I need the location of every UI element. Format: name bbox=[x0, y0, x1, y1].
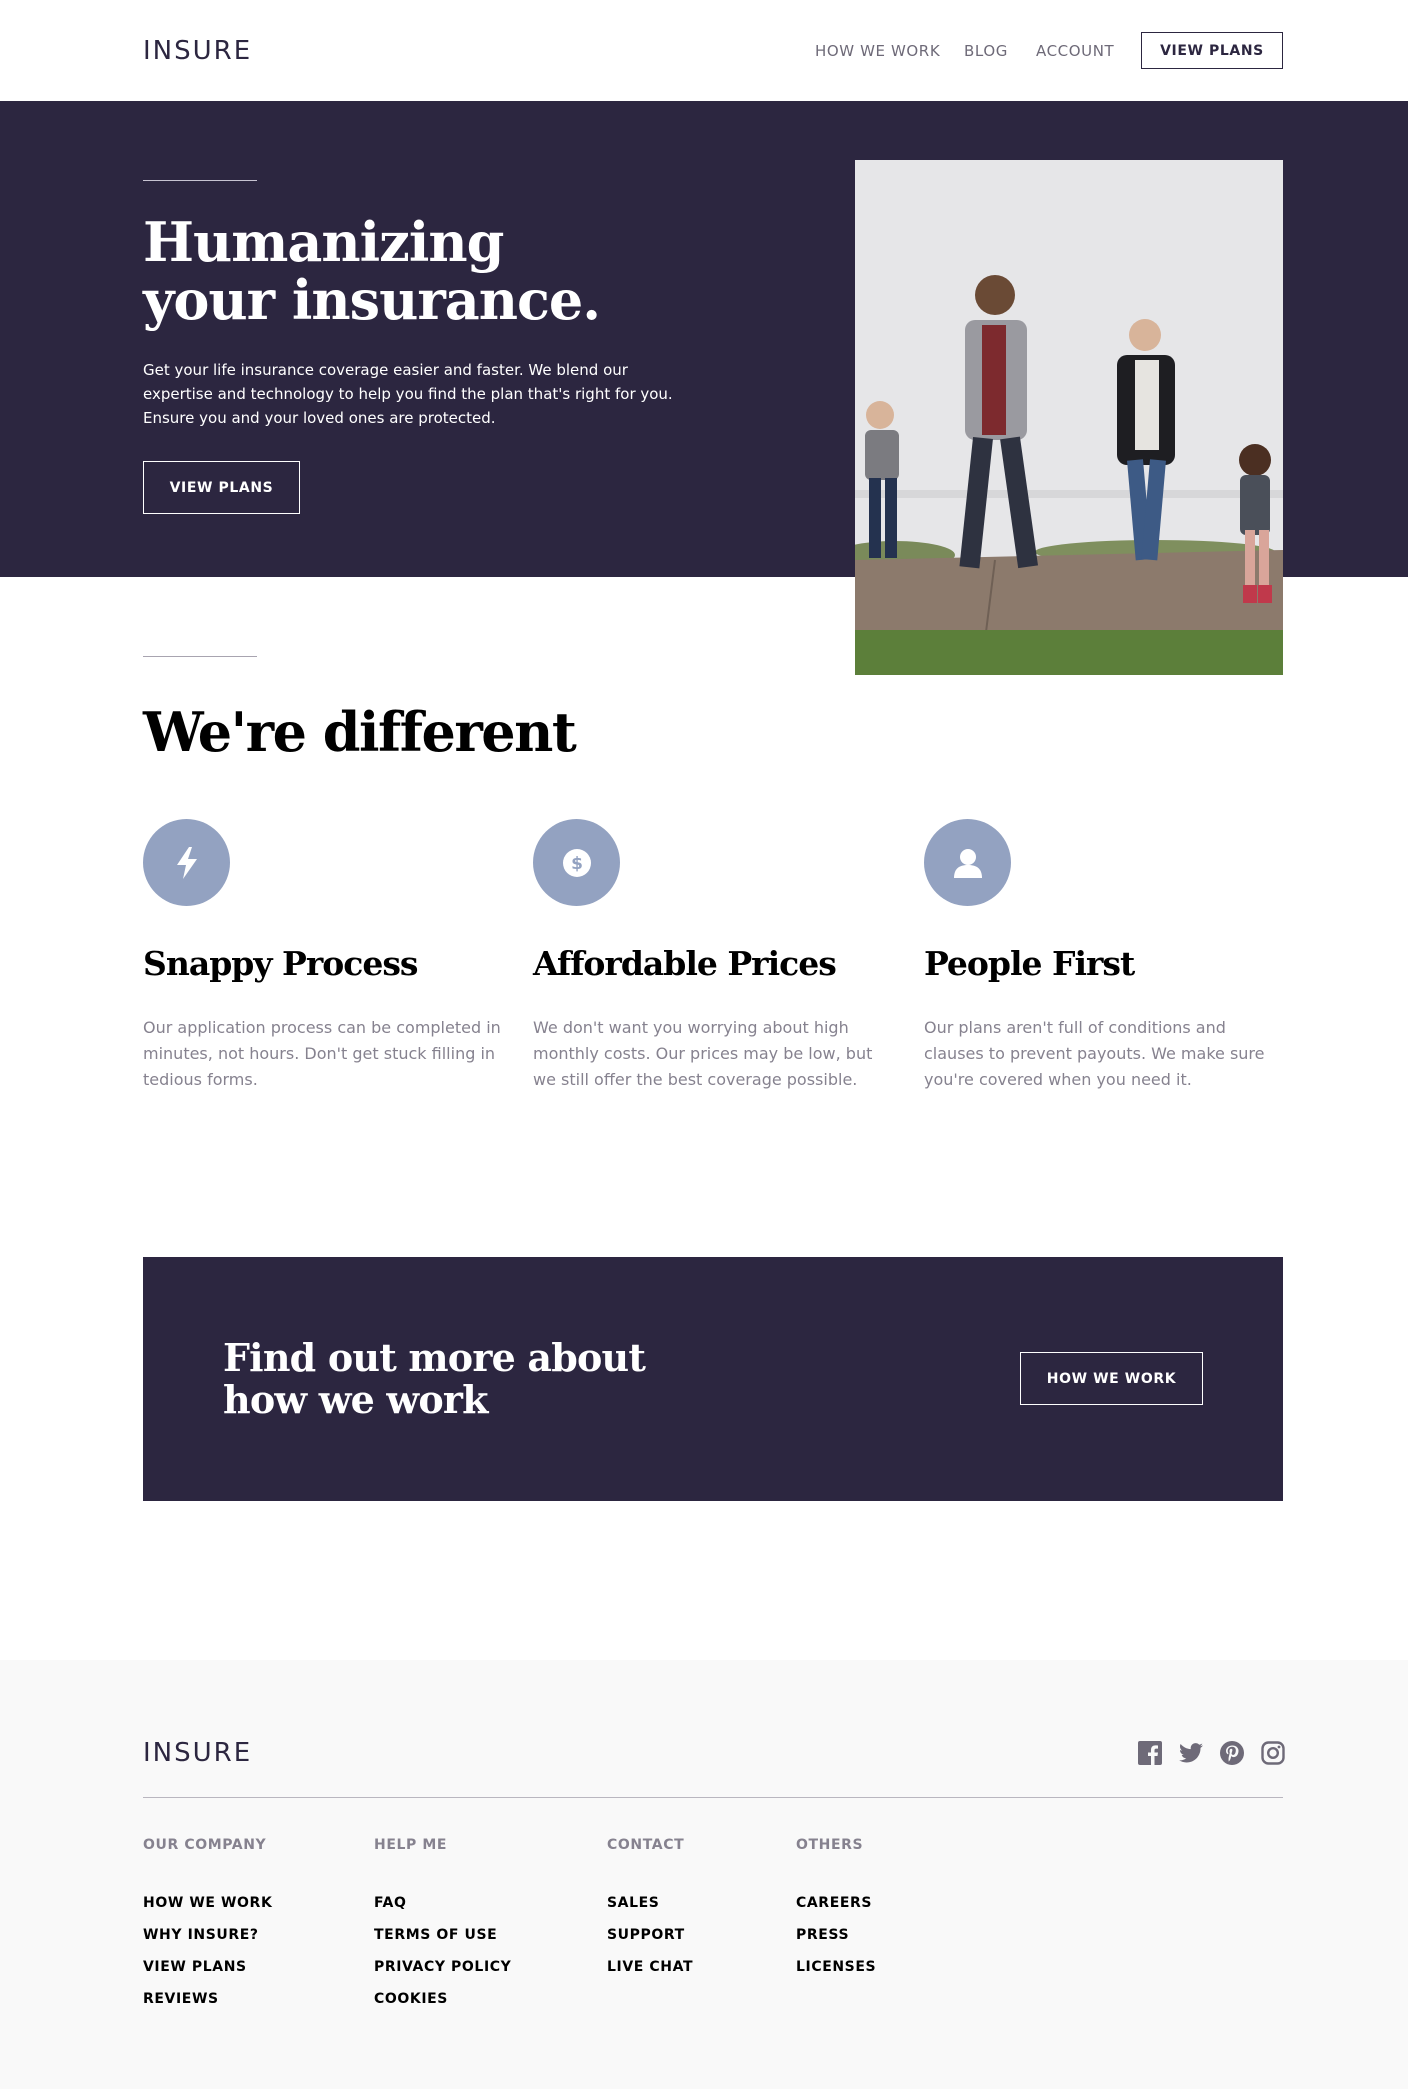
footer-link-live-chat[interactable]: LIVE CHAT bbox=[607, 1951, 693, 1983]
footer-link-terms[interactable]: TERMS OF USE bbox=[374, 1919, 511, 1951]
feature-text: Our plans aren't full of conditions and … bbox=[924, 1018, 1265, 1089]
cta-title: Find out more about how we work bbox=[223, 1337, 683, 1421]
feature-people-first: People First Our plans aren't full of co… bbox=[924, 819, 1284, 1093]
site-footer: INSURE OUR COMPANY HOW WE WORK WHY INSUR… bbox=[0, 1660, 1408, 2089]
footer-link-view-plans[interactable]: VIEW PLANS bbox=[143, 1951, 272, 1983]
svg-text:$: $ bbox=[571, 854, 583, 874]
footer-link-list: FAQ TERMS OF USE PRIVACY POLICY COOKIES bbox=[374, 1887, 511, 2015]
person-icon bbox=[924, 819, 1011, 906]
social-links bbox=[1137, 1740, 1286, 1766]
feature-text: Our application process can be completed… bbox=[143, 1018, 501, 1089]
feature-title: Snappy Process bbox=[143, 944, 418, 983]
footer-column-our-company: OUR COMPANY HOW WE WORK WHY INSURE? VIEW… bbox=[143, 1837, 272, 2015]
footer-link-sales[interactable]: SALES bbox=[607, 1887, 693, 1919]
header-view-plans-button[interactable]: VIEW PLANS bbox=[1141, 32, 1283, 69]
footer-column-others: OTHERS CAREERS PRESS LICENSES bbox=[796, 1837, 876, 1983]
nav-account[interactable]: ACCOUNT bbox=[1036, 42, 1114, 60]
pinterest-icon[interactable] bbox=[1219, 1740, 1245, 1766]
footer-column-contact: CONTACT SALES SUPPORT LIVE CHAT bbox=[607, 1837, 693, 1983]
logo[interactable]: INSURE bbox=[143, 36, 252, 66]
cta-title-line1: Find out more about bbox=[223, 1335, 646, 1380]
footer-link-privacy[interactable]: PRIVACY POLICY bbox=[374, 1951, 511, 1983]
feature-title: People First bbox=[924, 944, 1135, 983]
site-header: INSURE HOW WE WORK BLOG ACCOUNT VIEW PLA… bbox=[0, 0, 1408, 101]
feature-text: We don't want you worrying about high mo… bbox=[533, 1018, 873, 1089]
footer-link-faq[interactable]: FAQ bbox=[374, 1887, 511, 1919]
footer-link-how-we-work[interactable]: HOW WE WORK bbox=[143, 1887, 272, 1919]
footer-link-licenses[interactable]: LICENSES bbox=[796, 1951, 876, 1983]
footer-link-reviews[interactable]: REVIEWS bbox=[143, 1983, 272, 2015]
footer-link-support[interactable]: SUPPORT bbox=[607, 1919, 693, 1951]
different-title: We're different bbox=[143, 700, 577, 764]
footer-column-title: HELP ME bbox=[374, 1837, 448, 1853]
footer-divider bbox=[143, 1797, 1283, 1798]
footer-column-title: CONTACT bbox=[607, 1837, 685, 1853]
footer-logo[interactable]: INSURE bbox=[143, 1738, 252, 1768]
footer-column-title: OTHERS bbox=[796, 1837, 864, 1853]
instagram-icon[interactable] bbox=[1260, 1740, 1286, 1766]
footer-link-why-insure[interactable]: WHY INSURE? bbox=[143, 1919, 272, 1951]
twitter-icon[interactable] bbox=[1178, 1740, 1204, 1766]
cta-title-line2: how we work bbox=[223, 1377, 488, 1422]
hero-family-image bbox=[855, 160, 1283, 675]
footer-column-help-me: HELP ME FAQ TERMS OF USE PRIVACY POLICY … bbox=[374, 1837, 511, 2015]
hero-view-plans-button[interactable]: VIEW PLANS bbox=[143, 461, 300, 514]
hero-divider bbox=[143, 180, 257, 181]
feature-affordable-prices: $ Affordable Prices We don't want you wo… bbox=[533, 819, 893, 1093]
feature-title: Affordable Prices bbox=[533, 944, 837, 983]
nav-how-we-work[interactable]: HOW WE WORK bbox=[815, 42, 940, 60]
hero-title: Humanizing your insurance. bbox=[143, 213, 663, 329]
family-illustration bbox=[855, 160, 1283, 675]
footer-link-press[interactable]: PRESS bbox=[796, 1919, 876, 1951]
nav-blog[interactable]: BLOG bbox=[964, 42, 1008, 60]
how-we-work-button[interactable]: HOW WE WORK bbox=[1020, 1352, 1203, 1405]
different-divider bbox=[143, 656, 257, 657]
dollar-icon: $ bbox=[533, 819, 620, 906]
footer-link-list: HOW WE WORK WHY INSURE? VIEW PLANS REVIE… bbox=[143, 1887, 272, 2015]
footer-link-list: SALES SUPPORT LIVE CHAT bbox=[607, 1887, 693, 1983]
footer-link-list: CAREERS PRESS LICENSES bbox=[796, 1887, 876, 1983]
footer-link-cookies[interactable]: COOKIES bbox=[374, 1983, 511, 2015]
lightning-icon bbox=[143, 819, 230, 906]
facebook-icon[interactable] bbox=[1137, 1740, 1163, 1766]
feature-snappy-process: Snappy Process Our application process c… bbox=[143, 819, 503, 1093]
hero-title-line1: Humanizing bbox=[143, 210, 504, 274]
hero-title-line2: your insurance. bbox=[143, 268, 601, 332]
how-we-work-cta: Find out more about how we work HOW WE W… bbox=[143, 1257, 1283, 1501]
footer-link-careers[interactable]: CAREERS bbox=[796, 1887, 876, 1919]
hero-description: Get your life insurance coverage easier … bbox=[143, 361, 673, 427]
footer-column-title: OUR COMPANY bbox=[143, 1837, 267, 1853]
